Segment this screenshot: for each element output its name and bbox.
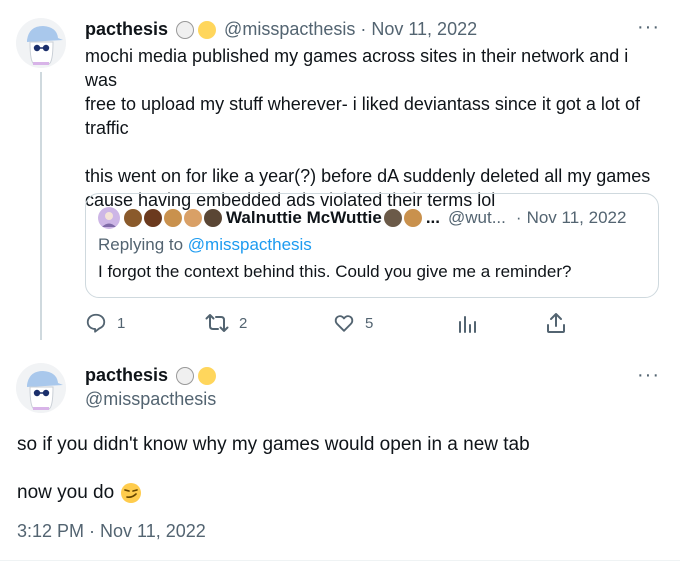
quoted-date[interactable]: Nov 11, 2022: [527, 208, 627, 228]
more-options-icon[interactable]: ···: [637, 16, 660, 39]
walnut-icon: [124, 209, 142, 227]
replying-to: Replying to @misspacthesis: [98, 235, 312, 255]
retweet-button[interactable]: 2: [205, 312, 247, 334]
retweet-icon: [205, 314, 229, 332]
peanut-icon: [184, 209, 202, 227]
more-options-icon[interactable]: ···: [637, 364, 660, 387]
tweet-date[interactable]: Nov 11, 2022: [371, 19, 477, 40]
quoted-header: Walnuttie McWuttie ... @wut... · Nov 11,…: [124, 208, 626, 228]
tweet-text-line1: so if you didn't know why my games would…: [17, 434, 530, 455]
tweet-timestamp[interactable]: 3:12 PM · Nov 11, 2022: [17, 521, 206, 542]
quoted-avatar[interactable]: [98, 207, 120, 229]
cookie-icon: [164, 209, 182, 227]
like-count: 5: [365, 314, 374, 332]
avatar[interactable]: [16, 18, 66, 68]
quoted-handle[interactable]: @wut...: [448, 208, 506, 228]
tweet-text-line2: now you do: [17, 482, 142, 504]
tweet-text: mochi media published my games across si…: [85, 46, 651, 210]
separator-dot: ·: [515, 208, 522, 227]
reply-count: 1: [117, 314, 126, 332]
handle[interactable]: @misspacthesis: [224, 19, 355, 40]
coconut-icon: [383, 209, 402, 227]
coconut-icon: [204, 209, 222, 227]
retweet-count: 2: [239, 314, 248, 332]
reply-icon: [86, 313, 106, 333]
display-name[interactable]: pacthesis: [85, 365, 168, 386]
tweet-header: pacthesis @misspacthesis · Nov 11, 2022: [85, 19, 477, 40]
cookie-icon: [144, 209, 162, 227]
avatar[interactable]: [16, 363, 66, 413]
ghost-icon: [176, 366, 195, 385]
cookie-icon: [403, 209, 422, 227]
analytics-icon: [459, 316, 476, 333]
tweet-header: pacthesis: [85, 365, 217, 386]
quoted-tweet-card[interactable]: Walnuttie McWuttie ... @wut... · Nov 11,…: [85, 193, 659, 298]
quoted-display-name[interactable]: Walnuttie McWuttie: [226, 208, 382, 228]
yellow-heart-icon: [198, 20, 217, 39]
share-button[interactable]: [546, 312, 566, 339]
name-ellipsis: ...: [425, 208, 440, 227]
like-button[interactable]: 5: [333, 312, 373, 334]
replying-to-label: Replying to: [98, 235, 184, 254]
divider: [0, 560, 680, 561]
thread-connector-line: [40, 72, 42, 340]
share-icon: [547, 313, 565, 333]
tweet-text: now you do: [17, 482, 115, 503]
reply-button[interactable]: 1: [85, 312, 125, 334]
display-name[interactable]: pacthesis: [85, 19, 168, 40]
yellow-heart-icon: [198, 366, 217, 385]
analytics-button[interactable]: [457, 314, 477, 339]
smirk-emoji-icon: [121, 483, 142, 503]
heart-icon: [334, 315, 354, 332]
handle[interactable]: @misspacthesis: [85, 389, 216, 410]
separator-dot: ·: [360, 19, 367, 39]
ghost-icon: [176, 20, 195, 39]
replying-to-handle[interactable]: @misspacthesis: [188, 235, 312, 254]
quoted-text: I forgot the context behind this. Could …: [98, 262, 572, 281]
